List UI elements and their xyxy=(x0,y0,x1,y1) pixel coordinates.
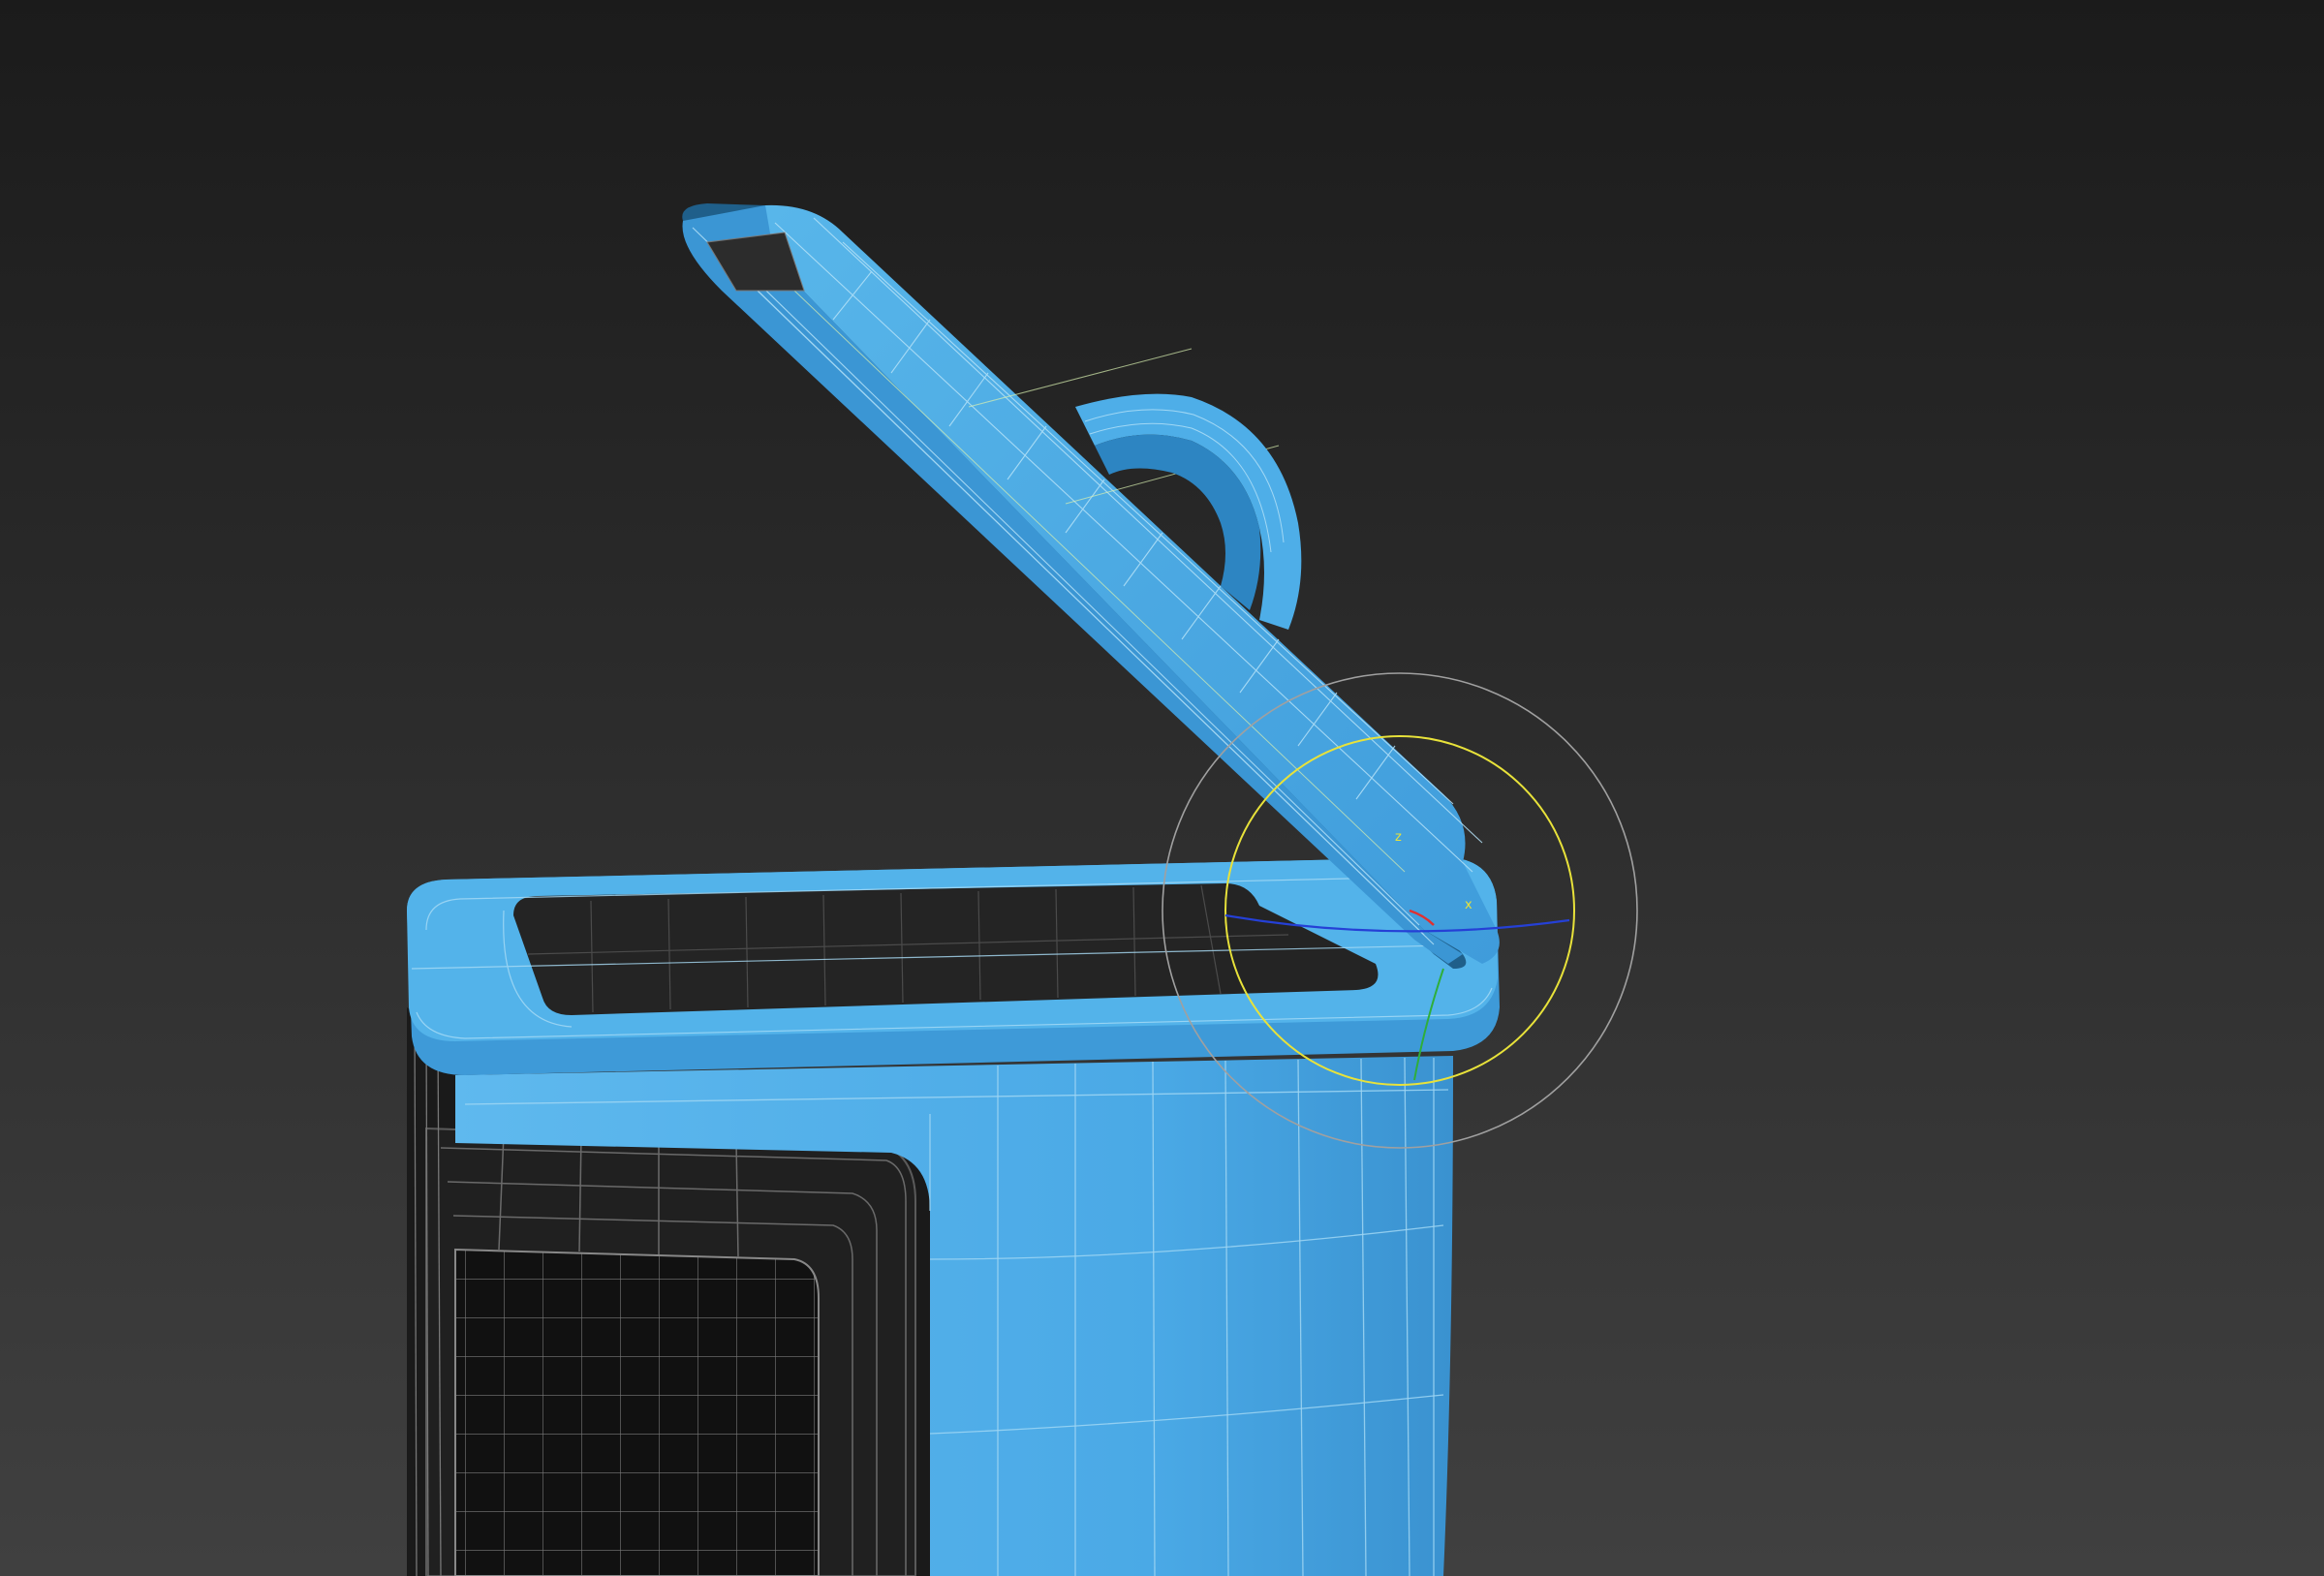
bin-rim[interactable] xyxy=(407,857,1500,1075)
viewport-3d[interactable]: z x xyxy=(0,0,2324,1576)
gizmo-z-label: z xyxy=(1395,830,1402,845)
gizmo-x-label: x xyxy=(1465,898,1472,912)
viewport-canvas[interactable]: z x xyxy=(0,0,2324,1576)
